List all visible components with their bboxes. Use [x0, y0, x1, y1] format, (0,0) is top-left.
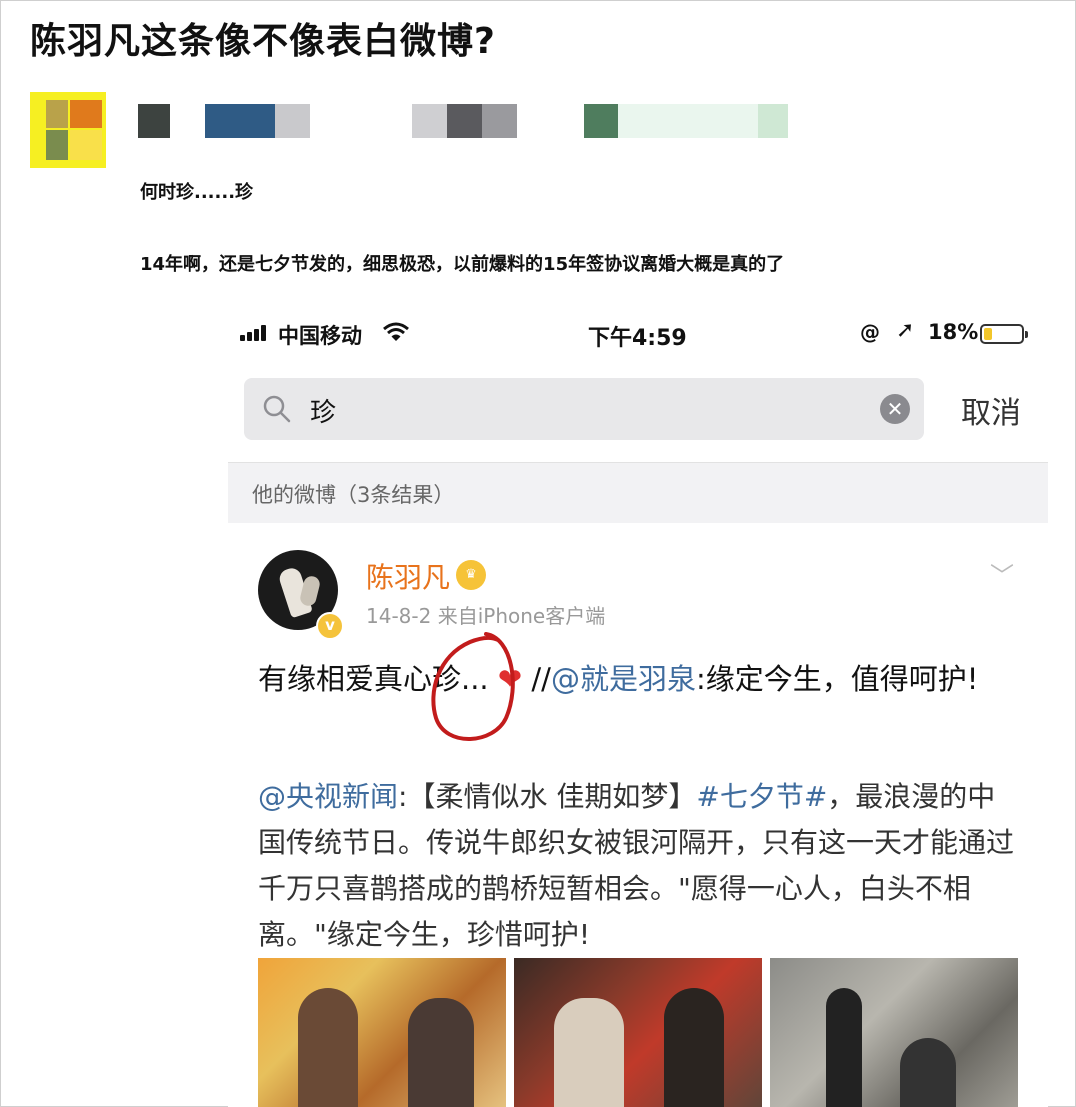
censor-mosaic-block [618, 104, 758, 138]
battery-percent: 18% [928, 320, 979, 344]
post-source: 来自iPhone客户端 [437, 604, 606, 628]
repost-separator: // [531, 662, 551, 696]
results-count-label: 他的微博（3条结果） [252, 483, 455, 507]
caption-line-2: 14年啊，还是七夕节发的，细思极恐，以前爆料的15年签协议离婚大概是真的了 [140, 254, 785, 275]
repost-mention-link[interactable]: @央视新闻 [258, 780, 398, 813]
censor-mosaic-block [412, 104, 447, 138]
censor-mosaic-block [584, 104, 618, 138]
caption-line-1: 何时珍......珍 [140, 182, 254, 203]
censor-mosaic-block [758, 104, 788, 138]
post-photo-thumbnail[interactable] [258, 958, 506, 1107]
carrier-name: 中国移动 [278, 324, 362, 348]
embedded-phone-screenshot: 中国移动 下午4:59 @ ➚ 18% 珍 ✕ 取消 他的微博（3条结果） v … [228, 300, 1048, 1107]
censor-mosaic-block [447, 104, 482, 138]
location-arrow-icon: ➚ [896, 318, 915, 343]
results-header: 他的微博（3条结果） [228, 462, 1048, 523]
author-name[interactable]: 陈羽凡 [366, 556, 450, 596]
reposted-content: @央视新闻:【柔情似水 佳期如梦】#七夕节#，最浪漫的中国传统节日。传说牛郎织女… [258, 774, 1018, 958]
battery-icon [980, 324, 1028, 344]
censor-mosaic-block [205, 104, 275, 138]
censor-mosaic-block [275, 104, 310, 138]
censor-mosaic-block [138, 104, 170, 138]
signal-icon [240, 325, 270, 341]
poster-avatar-pixelated [30, 92, 106, 168]
red-circle-annotation [431, 632, 515, 741]
search-icon [263, 395, 291, 423]
post-photo-thumbnail[interactable] [514, 958, 762, 1107]
search-input[interactable]: 珍 ✕ [244, 378, 924, 440]
chevron-down-icon[interactable]: ﹀ [990, 556, 1014, 591]
member-crown-icon: ♛ [456, 560, 486, 590]
orientation-lock-icon: @ [860, 320, 880, 344]
wifi-icon [383, 322, 409, 341]
post-text-part: :缘定今生，值得呵护! [695, 662, 979, 696]
post-date: 14-8-2 [366, 604, 432, 628]
verified-badge-icon: v [316, 612, 344, 640]
status-bar: 中国移动 下午4:59 @ ➚ 18% [228, 300, 1048, 370]
search-query: 珍 [310, 398, 337, 428]
post-title: 陈羽凡这条像不像表白微博? [30, 21, 496, 62]
clear-search-icon[interactable]: ✕ [880, 394, 910, 424]
post-body: 有缘相爱真心珍... ❤ //@就是羽泉:缘定今生，值得呵护! [258, 656, 1018, 702]
repost-text-part: :【柔情似水 佳期如梦】 [398, 780, 697, 813]
censor-mosaic-block [482, 104, 517, 138]
post-meta: 14-8-2 来自iPhone客户端 [366, 600, 605, 629]
topic-hashtag-link[interactable]: #七夕节# [696, 780, 827, 813]
post-photo-thumbnail[interactable] [770, 958, 1018, 1107]
status-time: 下午4:59 [588, 326, 687, 351]
mention-link[interactable]: @就是羽泉 [551, 662, 696, 696]
cancel-button[interactable]: 取消 [961, 388, 1021, 432]
